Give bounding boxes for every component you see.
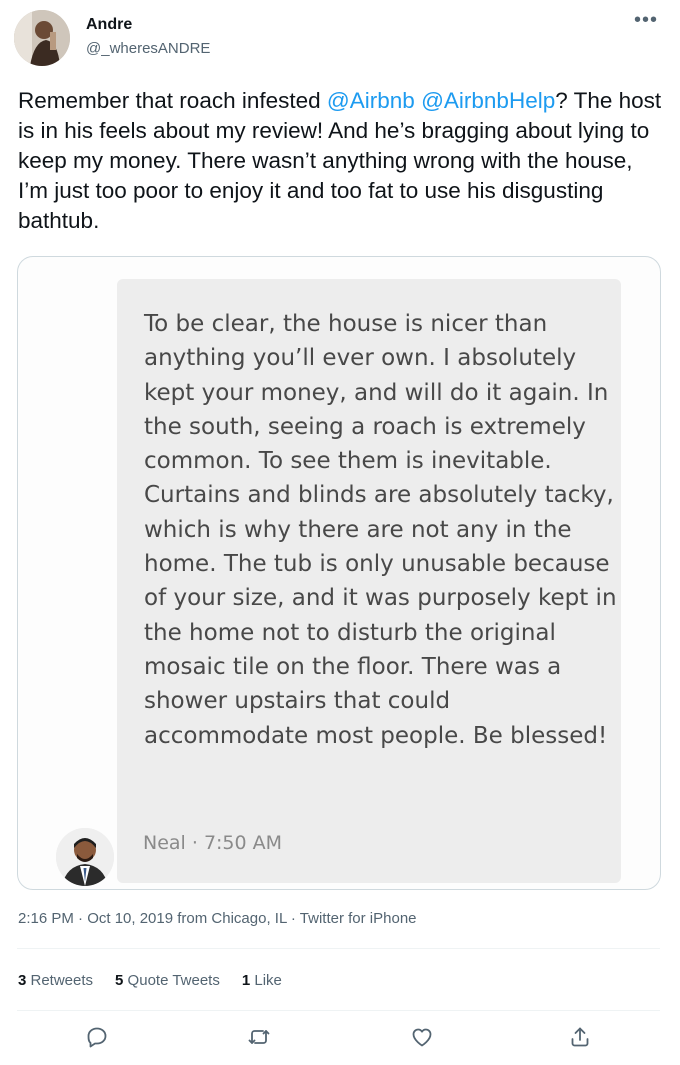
quotes-label: Quote Tweets <box>123 972 220 989</box>
more-icon[interactable]: ••• <box>634 10 658 30</box>
likes-count: 1 <box>241 972 251 989</box>
retweets-stat[interactable]: 3 Retweets <box>18 972 93 989</box>
divider <box>17 1010 660 1011</box>
like-icon[interactable] <box>410 1025 434 1049</box>
author-name[interactable]: Andre <box>86 16 132 34</box>
tweet-timestamp[interactable]: 2:16 PM · Oct 10, 2019 from Chicago, IL … <box>18 910 417 927</box>
author-handle[interactable]: @_wheresANDRE <box>86 40 210 57</box>
mention-airbnb[interactable]: @Airbnb <box>327 88 415 113</box>
likes-label: Like <box>250 972 282 989</box>
quote-tweets-stat[interactable]: 5 Quote Tweets <box>115 972 220 989</box>
tweet-text-part: Remember that roach infested <box>18 88 327 113</box>
review-meta: Neal · 7:50 AM <box>143 832 283 854</box>
attached-image[interactable]: To be clear, the house is nicer than any… <box>17 256 661 890</box>
tweet-text: Remember that roach infested @Airbnb @Ai… <box>18 86 668 236</box>
mention-airbnbhelp[interactable]: @AirbnbHelp <box>421 88 555 113</box>
reply-icon[interactable] <box>85 1025 109 1049</box>
author-avatar[interactable] <box>14 10 70 66</box>
divider <box>17 948 660 949</box>
share-icon[interactable] <box>568 1025 592 1049</box>
likes-stat[interactable]: 1 Like <box>242 972 282 989</box>
tweet-stats: 3 Retweets 5 Quote Tweets 1 Like <box>18 972 304 989</box>
retweets-label: Retweets <box>26 972 94 989</box>
host-avatar <box>56 828 114 886</box>
review-text: To be clear, the house is nicer than any… <box>144 311 617 749</box>
retweet-icon[interactable] <box>247 1025 271 1049</box>
